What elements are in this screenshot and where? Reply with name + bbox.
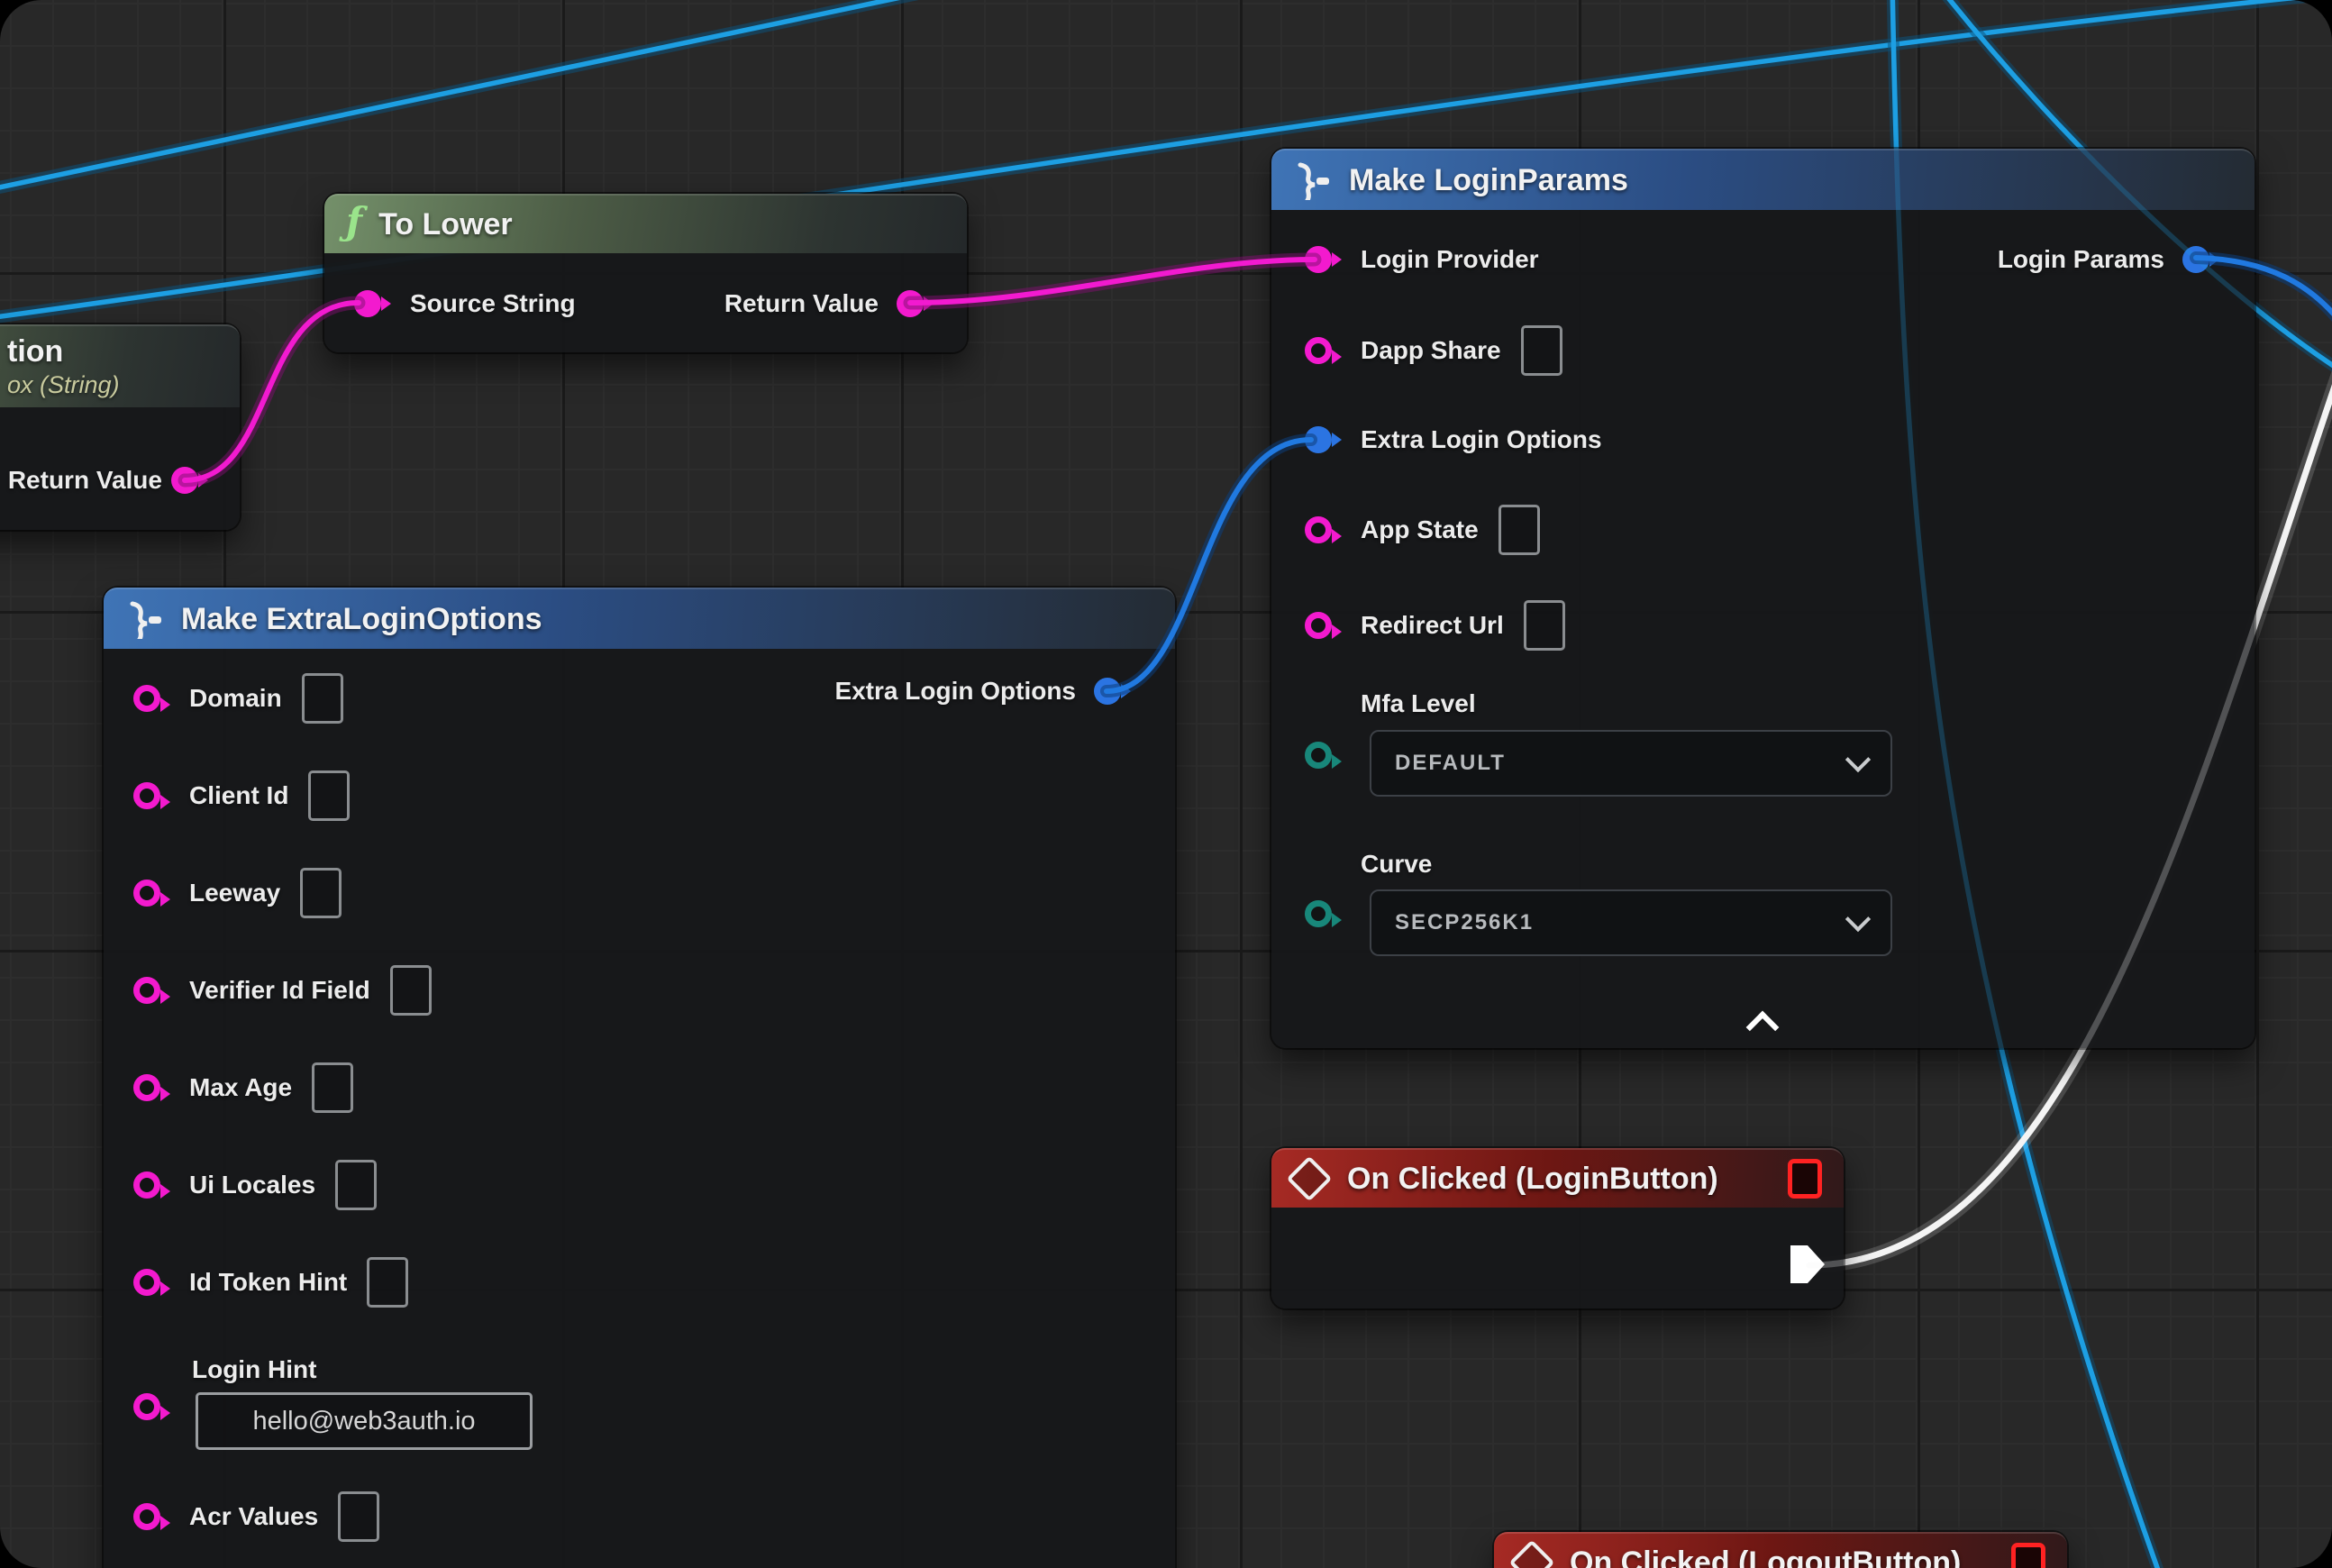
blueprint-graph-canvas[interactable]: tion ox (String) Return Value ƒ To Lower… [0, 0, 2332, 1568]
wire-blue-loginparams-out[interactable] [2196, 258, 2332, 323]
wire-halo [1107, 440, 1311, 691]
wire-layer-connections [0, 0, 2332, 1568]
wire-blue-extraloginoptions[interactable] [1107, 440, 1311, 691]
wire-halo [185, 303, 359, 480]
